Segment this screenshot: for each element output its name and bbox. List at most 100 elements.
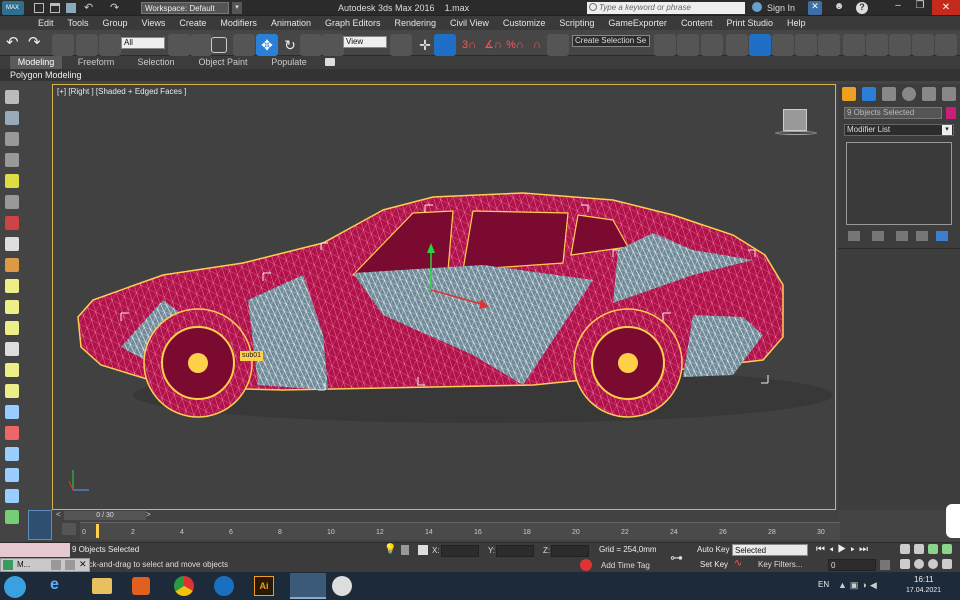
search-input[interactable]: Type a keyword or phrase	[587, 2, 745, 14]
toggle-scene-explorer-icon[interactable]	[701, 34, 723, 56]
rectangular-selection-icon[interactable]	[211, 37, 227, 53]
workspace-dropdown[interactable]: Workspace: Default	[141, 2, 229, 14]
utilities-tab-icon[interactable]	[942, 87, 956, 101]
settings-icon[interactable]	[5, 195, 19, 209]
box-render-icon[interactable]	[5, 111, 19, 125]
app-logo[interactable]: MAX	[2, 1, 24, 15]
menu-item-content[interactable]: Content	[681, 16, 713, 30]
align-icon[interactable]	[677, 34, 699, 56]
named-selection-set-dropdown[interactable]: Create Selection Se	[572, 35, 650, 47]
playback-controls[interactable]: ⏮◂▶▸⏭	[816, 544, 872, 555]
selection-filter-dropdown[interactable]: All	[121, 37, 165, 49]
menu-item-edit[interactable]: Edit	[38, 16, 54, 30]
current-frame-field[interactable]: 0	[828, 559, 876, 571]
reference-coordinate-dropdown[interactable]: View	[343, 36, 387, 48]
lock-selection-icon[interactable]	[401, 545, 409, 555]
plane-icon[interactable]	[5, 279, 19, 293]
3ds-max-taskbar-icon[interactable]	[290, 573, 326, 599]
notes-icon[interactable]	[5, 132, 19, 146]
menu-item-group[interactable]: Group	[103, 16, 128, 30]
render-setup-icon[interactable]	[843, 34, 865, 56]
media-player-icon[interactable]	[132, 577, 150, 595]
car-model-view[interactable]	[53, 85, 837, 511]
angle-snap-icon[interactable]: ∡∩	[482, 34, 504, 56]
track-bar[interactable]: 0 2 4 6 8 10 12 14 16 18 20 22 24 26 28 30	[80, 522, 840, 540]
render-production-icon[interactable]	[889, 34, 911, 56]
z-coordinate-field[interactable]	[551, 545, 589, 557]
front-wheel[interactable]	[143, 308, 253, 418]
sphere-icon[interactable]	[5, 321, 19, 335]
zoom-icon[interactable]	[900, 544, 910, 554]
rear-wheel[interactable]	[573, 308, 683, 418]
exchange-icon[interactable]: ✕	[808, 1, 822, 15]
undo-icon[interactable]: ↶	[84, 1, 93, 14]
time-config-icon[interactable]	[880, 560, 890, 570]
auto-key-button[interactable]: Auto Key	[697, 545, 729, 554]
menu-item-create[interactable]: Create	[179, 16, 206, 30]
illustrator-icon[interactable]: Ai	[254, 576, 274, 596]
open-file-icon[interactable]	[50, 3, 60, 13]
zoom-all-icon[interactable]	[914, 544, 924, 554]
teapot-icon[interactable]	[5, 90, 19, 104]
mirror-icon[interactable]	[654, 34, 676, 56]
object-color-swatch[interactable]	[946, 107, 956, 119]
render-iterative-icon[interactable]	[912, 34, 934, 56]
minimize-icon[interactable]: ‒	[888, 0, 908, 15]
clock-time[interactable]: 16:11	[914, 575, 933, 584]
configure-modifier-sets-icon[interactable]	[936, 231, 948, 241]
window-crossing-icon[interactable]	[233, 34, 255, 56]
select-and-rotate-icon[interactable]: ↻	[279, 34, 301, 56]
make-unique-icon[interactable]	[896, 231, 908, 241]
zoom-extents-icon[interactable]	[928, 544, 938, 554]
edit-named-selection-icon[interactable]	[547, 34, 569, 56]
rope-icon[interactable]	[5, 426, 19, 440]
absolute-mode-icon[interactable]	[418, 545, 428, 555]
link-icon[interactable]	[52, 34, 74, 56]
menu-item-modifiers[interactable]: Modifiers	[220, 16, 257, 30]
filter-track-icon[interactable]	[62, 523, 76, 535]
tab-object-paint[interactable]: Object Paint	[195, 56, 251, 69]
modify-tab-icon[interactable]	[862, 87, 876, 101]
new-file-icon[interactable]	[34, 3, 44, 13]
menu-item-scripting[interactable]: Scripting	[559, 16, 594, 30]
key-mode-dropdown[interactable]: Selected	[732, 544, 808, 556]
maximize-window-icon[interactable]	[65, 560, 75, 570]
mini-curve-editor-icon[interactable]	[28, 510, 52, 540]
ribbon-toggle-icon[interactable]	[749, 34, 771, 56]
container-icon[interactable]	[5, 258, 19, 272]
prev-frame-arrow-icon[interactable]: <	[56, 510, 64, 520]
grid-icon[interactable]	[5, 153, 19, 167]
light-bulb-icon[interactable]	[5, 174, 19, 188]
field-of-view-icon[interactable]	[900, 559, 910, 569]
gear-icon[interactable]	[5, 237, 19, 251]
schematic-view-icon[interactable]	[795, 34, 817, 56]
weld-icon[interactable]	[5, 216, 19, 230]
menu-item-print-studio[interactable]: Print Studio	[726, 16, 773, 30]
leaf-icon[interactable]	[5, 510, 19, 524]
close-window-icon[interactable]: ✕	[79, 559, 87, 570]
select-object-icon[interactable]	[168, 34, 190, 56]
restore-window-icon[interactable]	[51, 560, 61, 570]
menu-item-rendering[interactable]: Rendering	[395, 16, 437, 30]
select-and-scale-icon[interactable]	[300, 34, 322, 56]
bind-space-warp-icon[interactable]	[99, 34, 121, 56]
time-slider[interactable]: 0 / 30	[64, 511, 146, 520]
zoom-extents-all-icon[interactable]	[942, 544, 952, 554]
motion-tab-icon[interactable]	[902, 87, 916, 101]
display-tab-icon[interactable]	[922, 87, 936, 101]
isolate-icon[interactable]: 💡	[384, 544, 396, 555]
coin-icon[interactable]	[5, 384, 19, 398]
select-and-move-icon[interactable]: ✥	[256, 34, 278, 56]
minimized-window[interactable]: M... ✕	[0, 558, 90, 572]
maxscript-listener[interactable]	[0, 543, 70, 557]
clock-date[interactable]: 17.04.2021	[906, 587, 941, 594]
pivot-center-icon[interactable]	[390, 34, 412, 56]
help-icon[interactable]: ?	[856, 2, 868, 14]
viewport[interactable]: [+] [Right ] [Shaded + Edged Faces ] sub…	[52, 84, 836, 510]
restore-icon[interactable]: ❐	[910, 0, 930, 15]
curve-editor-icon[interactable]	[772, 34, 794, 56]
network-icon[interactable]	[5, 447, 19, 461]
dots-icon[interactable]	[5, 405, 19, 419]
a360-render-icon[interactable]	[935, 34, 957, 56]
set-key-button[interactable]: Set Key	[700, 560, 728, 569]
